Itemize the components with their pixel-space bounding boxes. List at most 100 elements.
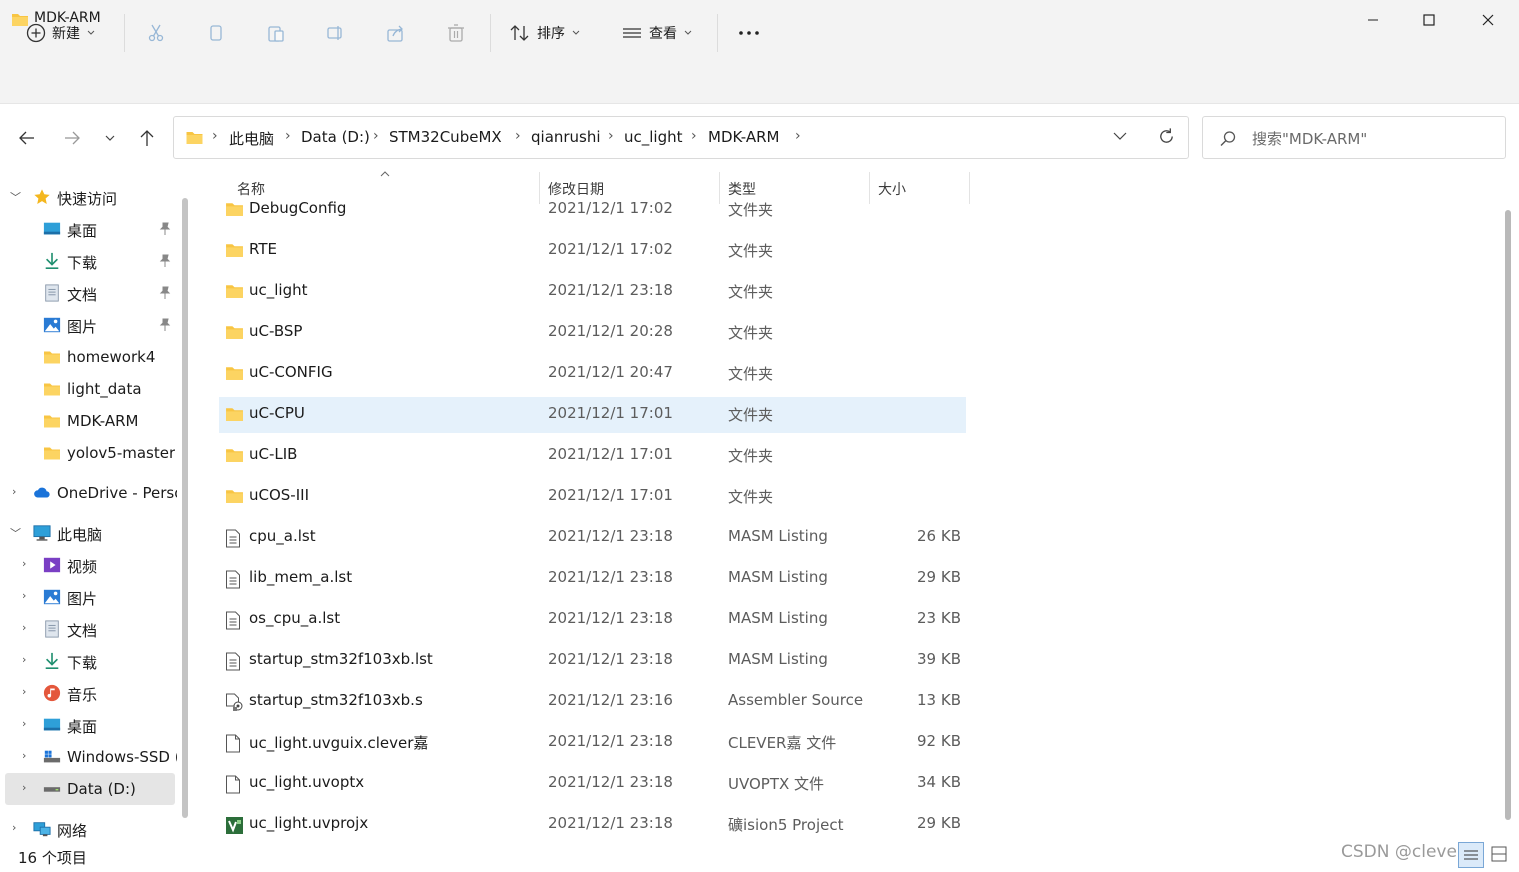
forward-button[interactable] [58,124,86,152]
nav-quick-access[interactable]: ﹀ 快速访问 [0,181,178,213]
breadcrumb-item[interactable]: Data (D:) [301,128,370,146]
breadcrumb-item[interactable]: qianrushi [531,128,601,146]
chevron-right-icon[interactable]: › [22,653,26,666]
file-row[interactable]: uC-LIB 2021/12/1 17:01 文件夹 [219,438,966,474]
file-row[interactable]: RTE 2021/12/1 17:02 文件夹 [219,233,966,269]
nav-this-pc[interactable]: ﹀ 此电脑 [0,517,178,549]
chevron-right-icon[interactable]: › [22,557,26,570]
back-button[interactable] [13,124,41,152]
nav-item-desktop-pc[interactable]: › 桌面 [0,709,178,741]
pictures-icon [43,589,61,605]
breadcrumb-item[interactable]: STM32CubeMX [389,128,502,146]
chevron-down-icon[interactable]: ﹀ [10,525,21,541]
file-row[interactable]: cpu_a.lst 2021/12/1 23:18 MASM Listing 2… [219,520,966,556]
details-view-button[interactable] [1458,842,1484,868]
pin-icon[interactable] [158,222,172,236]
nav-item-videos[interactable]: › 视频 [0,549,178,581]
nav-item-data-drive[interactable]: › Data (D:) [5,773,175,805]
pin-icon[interactable] [158,254,172,268]
file-name[interactable]: DebugConfig [249,199,346,217]
maximize-button[interactable] [1400,0,1458,40]
chevron-right-icon[interactable]: › [12,485,16,498]
chevron-right-icon[interactable]: › [22,717,26,730]
file-name[interactable]: uc_light.uvprojx [249,814,368,832]
chevron-right-icon[interactable]: › [22,749,26,762]
minimize-button[interactable] [1344,0,1402,40]
file-name[interactable]: RTE [249,240,277,258]
file-row[interactable]: uCOS-III 2021/12/1 17:01 文件夹 [219,479,966,515]
address-history-button[interactable] [1112,129,1128,147]
recent-locations-button[interactable] [96,124,124,152]
chevron-right-icon[interactable]: › [12,821,16,834]
file-row[interactable]: uc_light.uvprojx 2021/12/1 23:18 礦ision5… [219,807,966,843]
file-name[interactable]: uc_light.uvoptx [249,773,364,791]
breadcrumb-item[interactable]: MDK-ARM [708,128,779,146]
chevron-right-icon[interactable]: › [22,589,26,602]
cut-button[interactable] [146,16,166,50]
delete-button[interactable] [446,16,466,50]
refresh-button[interactable] [1157,127,1176,150]
nav-item-music[interactable]: › 音乐 [0,677,178,709]
file-row[interactable]: uC-BSP 2021/12/1 20:28 文件夹 [219,315,966,351]
paste-button[interactable] [266,16,286,50]
file-row[interactable]: uC-CONFIG 2021/12/1 20:47 文件夹 [219,356,966,392]
chevron-right-icon[interactable]: › [22,685,26,698]
nav-network[interactable]: › 网络 [0,813,178,845]
file-name[interactable]: uCOS-III [249,486,309,504]
file-row[interactable]: os_cpu_a.lst 2021/12/1 23:18 MASM Listin… [219,602,966,638]
nav-onedrive[interactable]: › OneDrive - Perso [0,477,178,509]
copy-button[interactable] [206,16,226,50]
file-row[interactable]: uc_light 2021/12/1 23:18 文件夹 [219,274,966,310]
pin-icon[interactable] [158,318,172,332]
view-button[interactable]: 查看 [621,16,693,50]
nav-item-mdk-arm[interactable]: MDK-ARM [0,405,178,437]
nav-item-light-data[interactable]: light_data [0,373,178,405]
file-name[interactable]: lib_mem_a.lst [249,568,352,586]
close-button[interactable] [1459,0,1517,40]
file-row[interactable]: startup_stm32f103xb.s 2021/12/1 23:16 As… [219,684,966,720]
nav-item-pictures-pc[interactable]: › 图片 [0,581,178,613]
share-button[interactable] [386,16,406,50]
breadcrumb-item[interactable]: uc_light [624,128,683,146]
file-row[interactable]: uC-CPU 2021/12/1 17:01 文件夹 [219,397,966,433]
file-name[interactable]: uc_light.uvguix.clever嘉 [249,732,428,753]
tiles-view-button[interactable] [1487,842,1513,868]
more-options-button[interactable] [737,16,761,50]
search-input[interactable]: 搜索"MDK-ARM" [1252,128,1367,149]
file-name[interactable]: uC-CPU [249,404,305,422]
nav-item-yolov5-master[interactable]: yolov5-master [0,437,178,469]
sort-button[interactable]: 排序 [509,16,581,50]
new-button[interactable]: 新建 [26,16,96,50]
chevron-right-icon[interactable]: › [22,781,26,794]
file-name[interactable]: uC-BSP [249,322,302,340]
nav-item-downloads-pc[interactable]: › 下载 [0,645,178,677]
nav-item-homework4[interactable]: homework4 [0,341,178,373]
column-divider[interactable] [969,172,970,204]
file-row[interactable]: uc_light.uvguix.clever嘉 2021/12/1 23:18 … [219,725,966,761]
sidebar-scrollbar[interactable] [182,198,188,818]
file-name[interactable]: uC-CONFIG [249,363,333,381]
chevron-right-icon[interactable]: › [22,621,26,634]
file-name[interactable]: startup_stm32f103xb.lst [249,650,433,668]
file-row[interactable]: lib_mem_a.lst 2021/12/1 23:18 MASM Listi… [219,561,966,597]
file-name[interactable]: startup_stm32f103xb.s [249,691,423,709]
file-name[interactable]: uc_light [249,281,308,299]
file-row[interactable]: uc_light.uvoptx 2021/12/1 23:18 UVOPTX 文… [219,766,966,802]
up-button[interactable] [133,124,161,152]
nav-item-documents-pc[interactable]: › 文档 [0,613,178,645]
nav-item-downloads[interactable]: 下载 [0,245,178,277]
file-row[interactable]: startup_stm32f103xb.lst 2021/12/1 23:18 … [219,643,966,679]
chevron-down-icon[interactable]: ﹀ [10,189,21,205]
file-name[interactable]: os_cpu_a.lst [249,609,340,627]
nav-item-documents[interactable]: 文档 [0,277,178,309]
file-name[interactable]: cpu_a.lst [249,527,316,545]
nav-item-windows-ssd[interactable]: › Windows-SSD ( [0,741,178,773]
breadcrumb-item[interactable]: 此电脑 [229,128,274,149]
nav-item-desktop[interactable]: 桌面 [0,213,178,245]
file-name[interactable]: uC-LIB [249,445,297,463]
pin-icon[interactable] [158,286,172,300]
file-list-scrollbar[interactable] [1505,210,1511,820]
file-row[interactable]: DebugConfig 2021/12/1 17:02 文件夹 [219,192,966,228]
rename-button[interactable] [326,16,346,50]
nav-item-pictures[interactable]: 图片 [0,309,178,341]
